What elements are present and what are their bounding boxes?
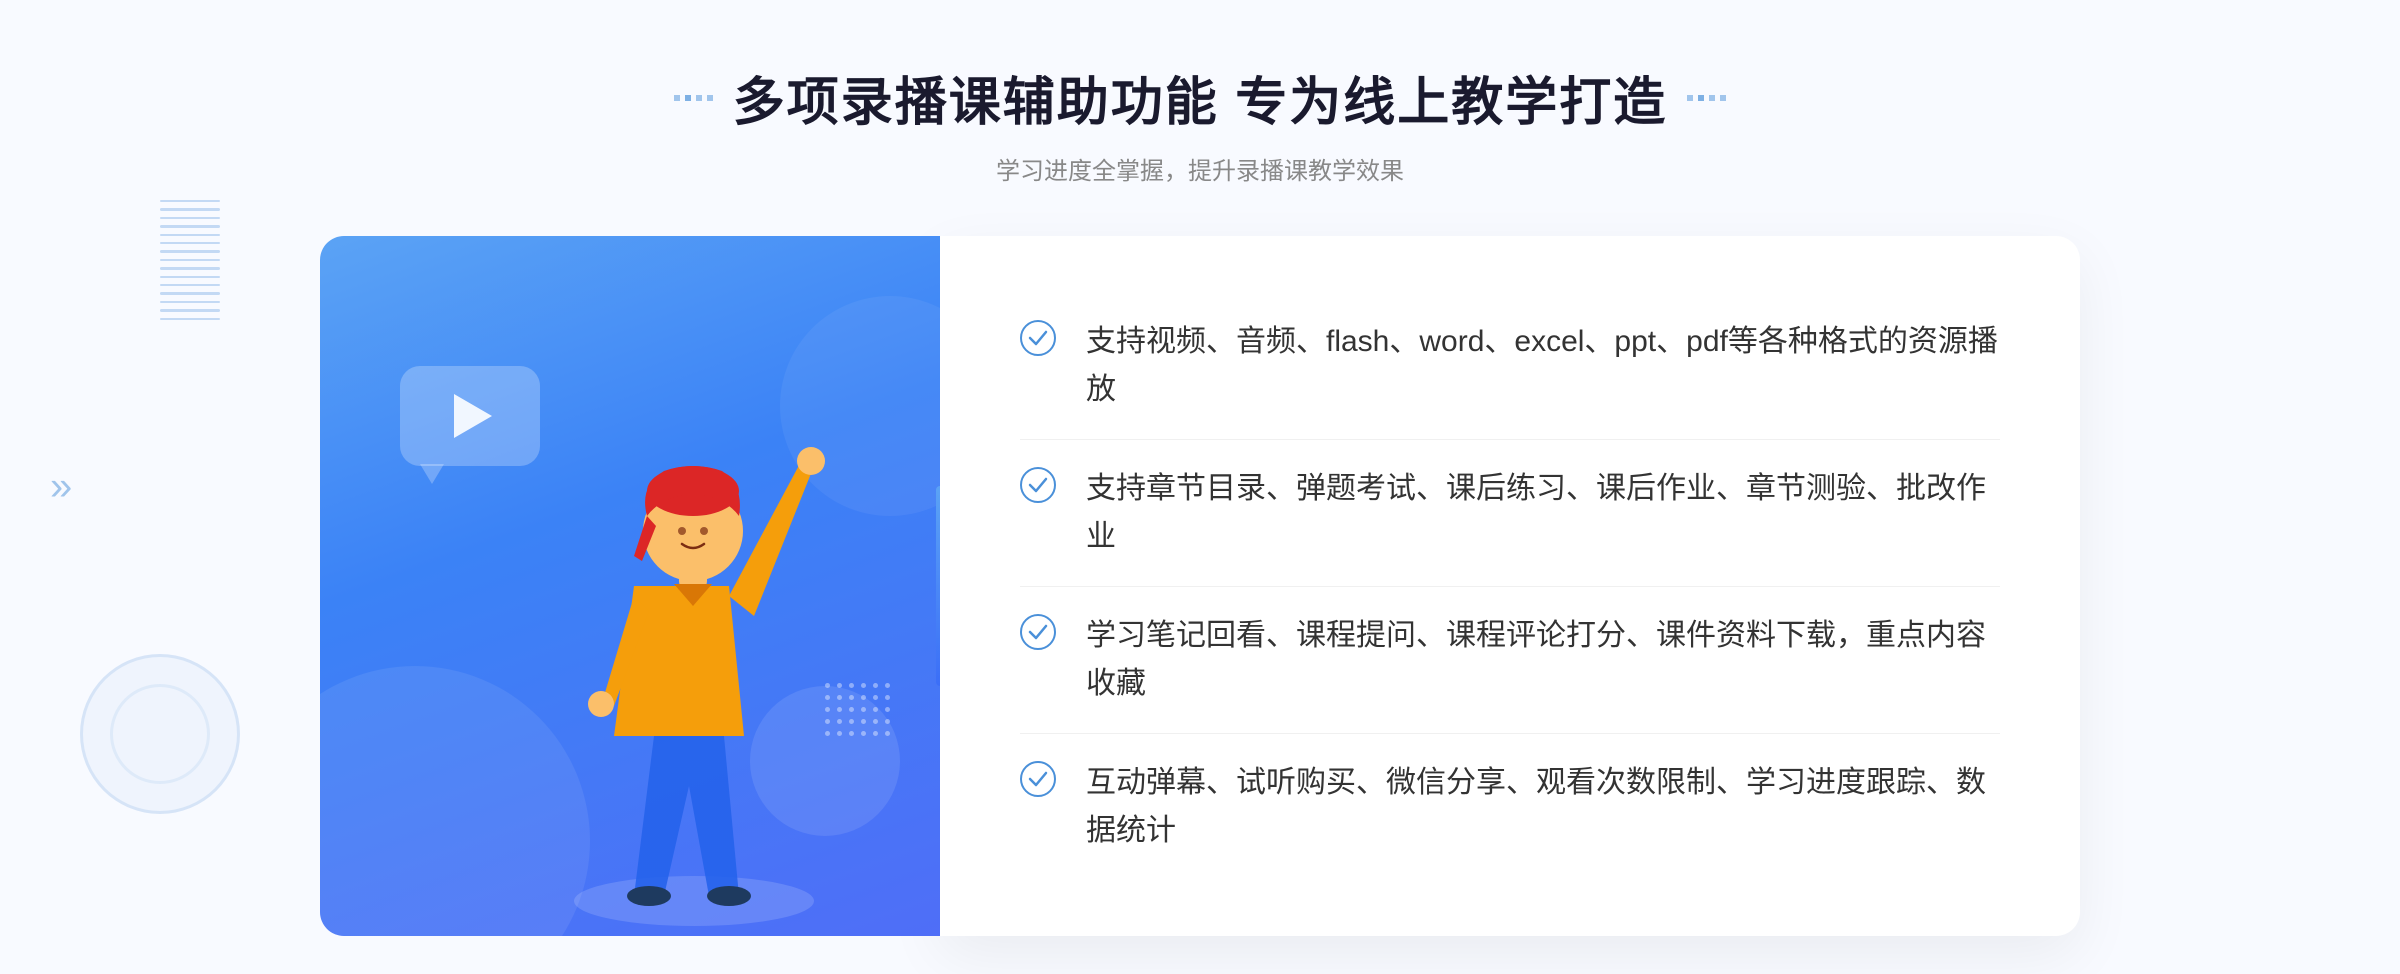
play-triangle-icon (454, 394, 492, 438)
decorator-dots-right (1687, 95, 1726, 101)
feature-item-1: 支持视频、音频、flash、word、excel、ppt、pdf等各种格式的资源… (1020, 300, 2000, 432)
left-illustration-panel (320, 236, 940, 936)
main-content: 支持视频、音频、flash、word、excel、ppt、pdf等各种格式的资源… (320, 236, 2080, 936)
sub-title: 学习进度全掌握，提升录播课教学效果 (674, 151, 1726, 186)
feature-text-2: 支持章节目录、弹题考试、课后练习、课后作业、章节测验、批改作业 (1086, 465, 2000, 561)
feature-item-3: 学习笔记回看、课程提问、课程评论打分、课件资料下载，重点内容收藏 (1020, 594, 2000, 726)
main-title: 多项录播课辅助功能 专为线上教学打造 (733, 60, 1667, 135)
feature-item-4: 互动弹幕、试听购买、微信分享、观看次数限制、学习进度跟踪、数据统计 (1020, 741, 2000, 873)
check-icon-2 (1020, 467, 1056, 503)
feature-item-2: 支持章节目录、弹题考试、课后练习、课后作业、章节测验、批改作业 (1020, 447, 2000, 579)
play-bubble (400, 366, 540, 486)
feature-text-4: 互动弹幕、试听购买、微信分享、观看次数限制、学习进度跟踪、数据统计 (1086, 759, 2000, 855)
chevron-icon: » (50, 465, 72, 509)
blue-tab (936, 486, 940, 686)
right-content-panel: 支持视频、音频、flash、word、excel、ppt、pdf等各种格式的资源… (940, 236, 2080, 936)
play-bubble-body (400, 366, 540, 466)
page-container: » 多项录播课辅助功能 专为线上教学打造 (0, 0, 2400, 974)
check-icon-3 (1020, 614, 1056, 650)
feature-text-3: 学习笔记回看、课程提问、课程评论打分、课件资料下载，重点内容收藏 (1086, 612, 2000, 708)
feature-divider-1 (1020, 439, 2000, 440)
stripes-decoration (160, 200, 220, 320)
left-decoration: » (50, 465, 72, 510)
check-icon-4 (1020, 761, 1056, 797)
feature-divider-3 (1020, 733, 2000, 734)
decorator-dots-left (674, 95, 713, 101)
decorative-circle-2 (110, 684, 210, 784)
feature-text-1: 支持视频、音频、flash、word、excel、ppt、pdf等各种格式的资源… (1086, 318, 2000, 414)
feature-divider-2 (1020, 586, 2000, 587)
check-icon-1 (1020, 320, 1056, 356)
human-figure (534, 356, 854, 936)
header-section: 多项录播课辅助功能 专为线上教学打造 学习进度全掌握，提升录播课教学效果 (674, 60, 1726, 186)
header-decorators: 多项录播课辅助功能 专为线上教学打造 (674, 60, 1726, 135)
